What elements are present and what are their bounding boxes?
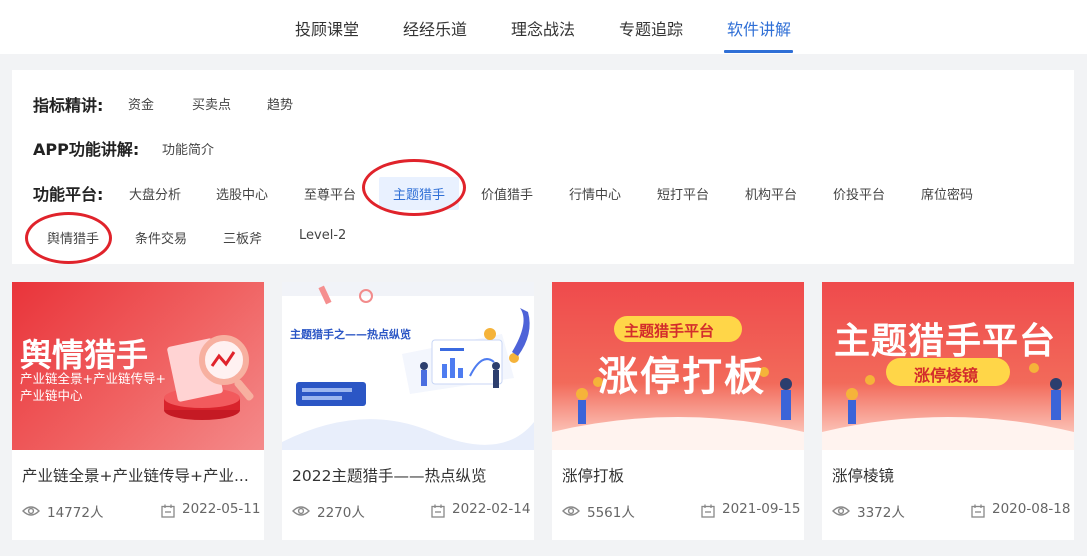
chip-seat-code[interactable]: 席位密码 <box>921 184 973 203</box>
video-card[interactable]: 主题猎手平台 涨停棱镜 涨停棱镜 3372人 2020-08-18 <box>822 282 1074 540</box>
video-card[interactable]: 主题猎手平台 涨停打板 涨停打板 5561人 2021-09-15 <box>552 282 804 540</box>
chip-funds[interactable]: 资金 <box>128 94 154 113</box>
card-thumbnail: 主题猎手平台 涨停棱镜 <box>822 282 1074 450</box>
chip-level-2[interactable]: Level-2 <box>299 228 346 243</box>
view-count: 3372人 <box>857 505 905 521</box>
view-count: 14772人 <box>47 505 104 521</box>
chip-market-analysis[interactable]: 大盘分析 <box>129 184 181 203</box>
theme-hunter-illustration <box>282 282 534 450</box>
calendar-icon <box>701 504 715 518</box>
chip-supreme-platform[interactable]: 至尊平台 <box>304 184 356 203</box>
chip-buy-sell-points[interactable]: 买卖点 <box>192 94 231 113</box>
eye-icon <box>292 506 310 516</box>
publish-date: 2022-05-11 <box>182 501 261 517</box>
calendar-icon <box>161 504 175 518</box>
calendar-icon <box>431 504 445 518</box>
filter-label-indicators: 指标精讲: <box>33 96 104 115</box>
chip-theme-hunter[interactable]: 主题猎手 <box>379 177 460 210</box>
tab-topic-tracking[interactable]: 专题追踪 <box>619 16 683 40</box>
view-count: 2270人 <box>317 505 365 521</box>
tab-strategy[interactable]: 理念战法 <box>511 16 575 40</box>
eye-icon <box>832 506 850 516</box>
filter-label-platform: 功能平台: <box>33 185 104 204</box>
filter-label-app: APP功能讲解: <box>33 140 140 159</box>
card-title: 涨停打板 <box>562 467 625 485</box>
chip-trend[interactable]: 趋势 <box>267 94 293 113</box>
card-thumbnail: 主题猎手之——热点纵览 <box>282 282 534 450</box>
eye-icon <box>562 506 580 516</box>
chip-stock-selection[interactable]: 选股中心 <box>216 184 268 203</box>
thumb-heading: 主题猎手之——热点纵览 <box>290 328 411 341</box>
chip-institution[interactable]: 机构平台 <box>745 184 797 203</box>
chip-value-invest[interactable]: 价投平台 <box>833 184 885 203</box>
chip-short-trade[interactable]: 短打平台 <box>657 184 709 203</box>
publish-date: 2020-08-18 <box>992 501 1071 517</box>
card-thumbnail: 主题猎手平台 涨停打板 <box>552 282 804 450</box>
filter-panel: 指标精讲: 资金 买卖点 趋势 APP功能讲解: 功能简介 功能平台: 大盘分析… <box>12 70 1074 264</box>
thumb-heading: 主题猎手平台 <box>834 321 1057 362</box>
active-tab-indicator <box>724 50 793 53</box>
chip-value-hunter[interactable]: 价值猎手 <box>481 184 533 203</box>
thumb-heading: 涨停打板 <box>598 354 766 400</box>
tab-jingjing-talk[interactable]: 经经乐道 <box>403 16 467 40</box>
thumb-pill-text: 主题猎手平台 <box>624 322 715 340</box>
chip-sentiment-hunter[interactable]: 舆情猎手 <box>47 228 99 247</box>
tab-software-explain[interactable]: 软件讲解 <box>727 16 791 40</box>
top-nav: 投顾课堂 经经乐道 理念战法 专题追踪 软件讲解 <box>0 0 1087 54</box>
publish-date: 2022-02-14 <box>452 501 531 517</box>
card-title: 涨停棱镜 <box>832 467 895 485</box>
thumb-pill-text: 涨停棱镜 <box>914 366 979 385</box>
eye-icon <box>22 506 40 516</box>
video-card[interactable]: 主题猎手之——热点纵览 2022主题猎手——热点纵览 2270人 2022-02… <box>282 282 534 540</box>
chip-feature-intro[interactable]: 功能简介 <box>162 139 214 158</box>
view-count: 5561人 <box>587 505 635 521</box>
calendar-icon <box>971 504 985 518</box>
card-title: 产业链全景+产业链传导+产业... <box>22 467 249 485</box>
thumb-subtitle-line2: 产业链中心 <box>20 388 83 403</box>
video-card[interactable]: 舆情猎手 产业链全景+产业链传导+ 产业链中心 产业链全景+产业链传导+产业..… <box>12 282 264 540</box>
card-title: 2022主题猎手——热点纵览 <box>292 467 487 485</box>
chip-market-center[interactable]: 行情中心 <box>569 184 621 203</box>
chip-conditional-trade[interactable]: 条件交易 <box>135 228 187 247</box>
card-thumbnail: 舆情猎手 产业链全景+产业链传导+ 产业链中心 <box>12 282 264 450</box>
publish-date: 2021-09-15 <box>722 501 801 517</box>
chip-three-axes[interactable]: 三板斧 <box>223 228 262 247</box>
tab-investment-class[interactable]: 投顾课堂 <box>295 16 359 40</box>
